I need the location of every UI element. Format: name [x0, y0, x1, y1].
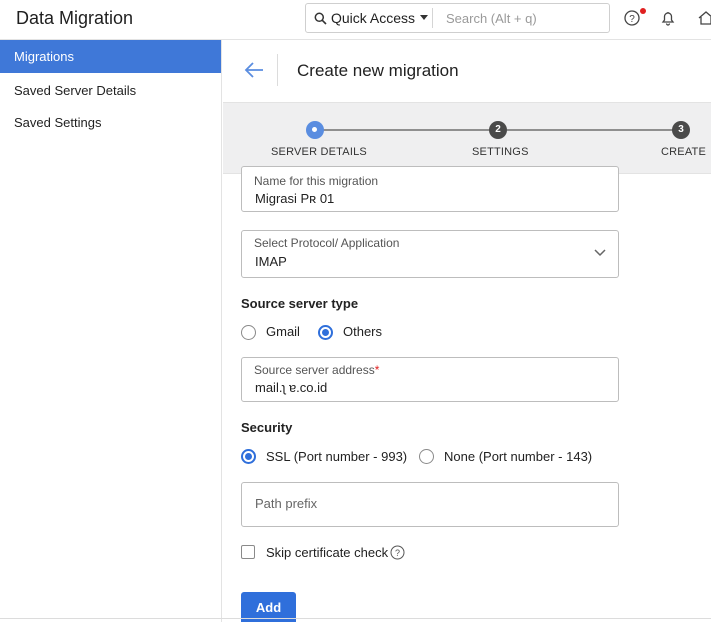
active-step-dot	[312, 127, 317, 132]
search-input[interactable]: Search (Alt + q)	[446, 11, 537, 26]
radio-ssl[interactable]	[241, 449, 256, 464]
radio-none[interactable]	[419, 449, 434, 464]
header-divider	[277, 54, 278, 86]
top-bar: Data Migration Quick Access Search (Alt …	[0, 0, 711, 40]
chevron-down-icon	[594, 249, 606, 257]
home-icon[interactable]	[697, 9, 711, 27]
back-arrow-icon[interactable]	[243, 59, 265, 81]
main-header: Create new migration	[223, 40, 711, 102]
path-prefix-input[interactable]: Path prefix	[241, 482, 619, 527]
migration-name-field[interactable]: Name for this migration Migrasi Pʀ 01	[241, 166, 619, 212]
bell-icon[interactable]	[659, 9, 677, 27]
radio-none-label: None (Port number - 143)	[444, 449, 593, 464]
radio-gmail-label: Gmail	[266, 324, 300, 339]
radio-others-label: Others	[343, 324, 383, 339]
protocol-value: IMAP	[255, 254, 287, 269]
step-connector	[507, 129, 681, 131]
sidebar: Migrations Saved Server Details Saved Se…	[0, 40, 222, 622]
app-title: Data Migration	[16, 8, 134, 28]
bottom-divider	[0, 618, 711, 619]
step-label-settings: SETTINGS	[472, 146, 529, 158]
step-label-create: CREATE	[661, 146, 707, 158]
migration-name-value: Migrasi Pʀ 01	[255, 191, 335, 206]
skip-cert-checkbox[interactable]	[241, 545, 255, 559]
radio-others[interactable]	[318, 325, 333, 340]
step-connector	[315, 129, 498, 131]
quick-access-dropdown[interactable]: Quick Access	[314, 10, 429, 26]
migration-stepper: 2 3 SERVER DETAILS SETTINGS CREATE	[223, 102, 711, 174]
step-1-indicator	[306, 121, 324, 139]
sidebar-item-saved-settings[interactable]: Saved Settings	[0, 106, 221, 139]
quick-access-label: Quick Access	[331, 10, 416, 26]
svg-text:?: ?	[395, 548, 400, 558]
sidebar-item-migrations[interactable]: Migrations	[0, 40, 221, 73]
search-icon	[314, 12, 327, 25]
search-divider	[432, 8, 433, 28]
sidebar-item-saved-server-details[interactable]: Saved Server Details	[0, 74, 221, 107]
caret-down-icon	[420, 15, 429, 20]
step-3-indicator: 3	[672, 121, 690, 139]
radio-gmail[interactable]	[241, 325, 256, 340]
required-mark: *	[374, 363, 380, 377]
radio-ssl-label: SSL (Port number - 993)	[266, 449, 408, 464]
protocol-label: Select Protocol/ Application	[254, 236, 400, 250]
step-label-server-details: SERVER DETAILS	[271, 146, 367, 158]
help-icon[interactable]: ?	[623, 9, 641, 27]
svg-text:?: ?	[629, 14, 635, 25]
migration-name-label: Name for this migration	[254, 174, 379, 188]
server-address-label: Source server address*	[254, 363, 380, 377]
notification-dot	[640, 8, 646, 14]
protocol-select[interactable]: Select Protocol/ Application IMAP	[241, 230, 619, 278]
page-title: Create new migration	[297, 61, 459, 80]
source-type-title: Source server type	[241, 296, 359, 311]
security-title: Security	[241, 420, 293, 435]
server-address-value: mail.ʅ ɐ.co.id	[255, 380, 328, 395]
step-2-indicator: 2	[489, 121, 507, 139]
skip-cert-label: Skip certificate check	[266, 545, 389, 560]
search-box[interactable]: Quick Access Search (Alt + q)	[305, 3, 610, 33]
path-prefix-placeholder: Path prefix	[255, 496, 318, 511]
help-icon[interactable]: ?	[390, 545, 405, 560]
server-address-field[interactable]: Source server address* mail.ʅ ɐ.co.id	[241, 357, 619, 402]
